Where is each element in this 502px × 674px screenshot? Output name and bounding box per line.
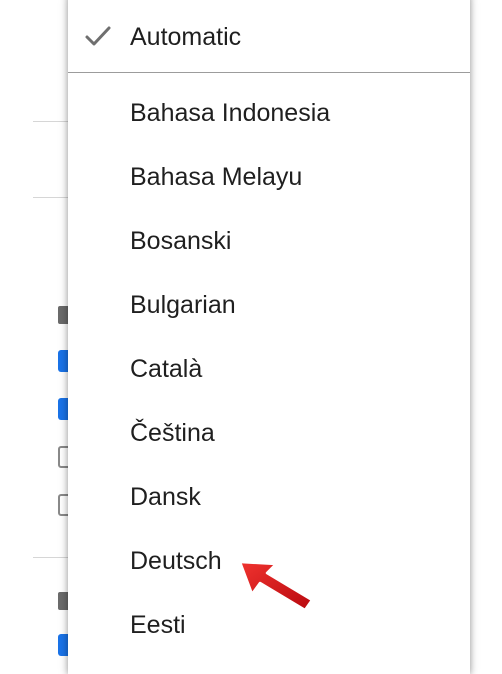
checkmark-icon bbox=[85, 26, 111, 46]
menu-item-label: Čeština bbox=[130, 418, 215, 447]
menu-item-label: Bulgarian bbox=[130, 290, 236, 319]
menu-item-bahasa-indonesia[interactable]: Bahasa Indonesia bbox=[68, 93, 470, 133]
menu-item-label: Bahasa Indonesia bbox=[130, 98, 331, 127]
section-divider bbox=[33, 557, 73, 558]
menu-item-bosanski[interactable]: Bosanski bbox=[68, 221, 470, 261]
menu-item-catala[interactable]: Català bbox=[68, 349, 470, 389]
menu-item-label: Català bbox=[130, 354, 203, 383]
menu-separator bbox=[68, 72, 470, 73]
menu-item-bulgarian[interactable]: Bulgarian bbox=[68, 285, 470, 325]
red-arrow-icon bbox=[238, 560, 314, 612]
menu-item-label: Automatic bbox=[130, 22, 242, 51]
menu-item-label: Dansk bbox=[130, 482, 201, 511]
menu-item-automatic[interactable]: Automatic bbox=[68, 17, 470, 57]
menu-item-label: Bosanski bbox=[130, 226, 232, 255]
menu-item-label: Bahasa Melayu bbox=[130, 162, 303, 191]
menu-item-cestina[interactable]: Čeština bbox=[68, 413, 470, 453]
menu-item-bahasa-melayu[interactable]: Bahasa Melayu bbox=[68, 157, 470, 197]
section-divider bbox=[33, 121, 73, 122]
section-divider bbox=[33, 197, 73, 198]
menu-item-dansk[interactable]: Dansk bbox=[68, 477, 470, 517]
menu-item-label: Deutsch bbox=[130, 546, 222, 575]
menu-item-label: Eesti bbox=[130, 610, 186, 639]
